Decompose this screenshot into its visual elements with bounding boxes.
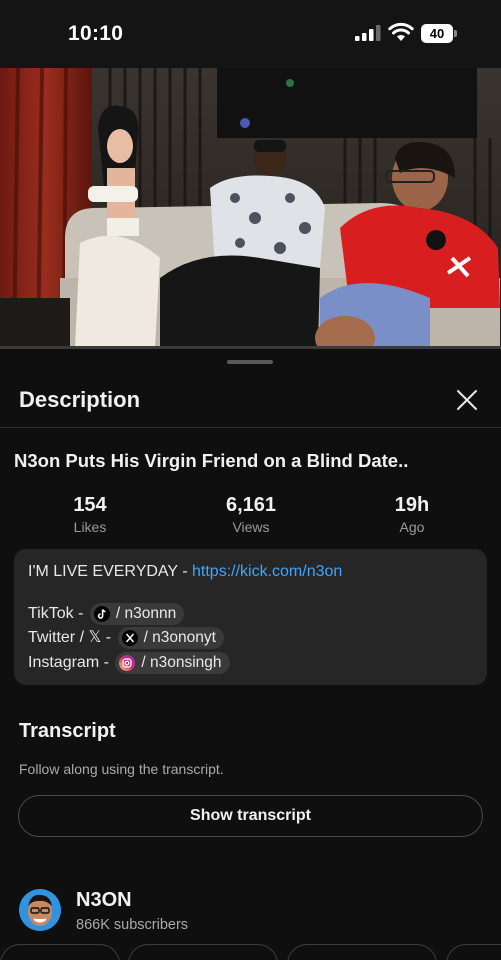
- status-bar: 10:10 40: [0, 0, 501, 68]
- description-live-text: I'M LIVE EVERYDAY -: [28, 563, 192, 580]
- channel-name[interactable]: N3ON: [76, 889, 132, 912]
- social-label: Twitter / 𝕏 -: [28, 629, 116, 647]
- divider: [0, 427, 501, 428]
- drag-handle[interactable]: [227, 360, 273, 364]
- description-live-line: I'M LIVE EVERYDAY - https://kick.com/n3o…: [28, 563, 342, 581]
- more-chip[interactable]: [446, 944, 501, 960]
- social-label: Instagram -: [28, 654, 114, 672]
- stat-label: Likes: [73, 519, 107, 535]
- tiktok-chip[interactable]: / n3onnn: [89, 603, 185, 625]
- social-row-tiktok: TikTok - / n3onnn: [28, 603, 185, 625]
- x-handle: / n3ononyt: [143, 629, 216, 646]
- video-title: N3on Puts His Virgin Friend on a Blind D…: [14, 450, 409, 471]
- twitter-chip[interactable]: [128, 944, 278, 960]
- close-button[interactable]: [452, 385, 482, 415]
- social-label: TikTok -: [28, 605, 88, 623]
- stat-likes: 154 Likes: [30, 493, 150, 535]
- channel-subscribers: 866K subscribers: [76, 917, 189, 933]
- social-row-twitter: Twitter / 𝕏 - / n3ononyt: [28, 627, 224, 649]
- stat-label: Ago: [399, 519, 425, 535]
- instagram-link-chip[interactable]: [287, 944, 437, 960]
- about-chip[interactable]: [0, 944, 120, 960]
- battery-level: 40: [421, 24, 453, 43]
- sheet-title: Description: [19, 387, 141, 412]
- stat-label: Views: [232, 519, 270, 535]
- instagram-handle: / n3onsingh: [141, 654, 222, 671]
- transcript-title: Transcript: [19, 720, 116, 742]
- video-frame: [0, 68, 501, 348]
- x-chip[interactable]: / n3ononyt: [117, 627, 224, 649]
- instagram-chip[interactable]: / n3onsingh: [115, 652, 230, 674]
- wifi-icon: [388, 22, 414, 41]
- tiktok-handle: / n3onnn: [115, 605, 177, 622]
- social-row-instagram: Instagram - / n3onsingh: [28, 652, 230, 674]
- status-time: 10:10: [68, 22, 124, 45]
- cellular-signal-icon: [355, 25, 381, 41]
- show-transcript-button[interactable]: Show transcript: [18, 795, 483, 837]
- instagram-icon: [119, 655, 136, 671]
- video-player[interactable]: [0, 68, 501, 348]
- stat-views: 6,161 Views: [191, 493, 311, 535]
- description-box: I'M LIVE EVERYDAY - https://kick.com/n3o…: [14, 549, 487, 685]
- tiktok-icon: [93, 606, 110, 622]
- battery-icon: 40: [421, 24, 457, 43]
- kick-link[interactable]: https://kick.com/n3on: [192, 563, 342, 580]
- avatar[interactable]: [19, 889, 61, 931]
- stat-value: 154: [73, 494, 107, 516]
- description-sheet: Description N3on Puts His Virgin Friend …: [0, 349, 501, 960]
- x-icon: [121, 630, 138, 646]
- stat-ago: 19h Ago: [352, 493, 472, 535]
- transcript-subtitle: Follow along using the transcript.: [19, 761, 224, 777]
- close-icon: [457, 390, 477, 410]
- stat-value: 19h: [394, 494, 430, 516]
- stat-value: 6,161: [225, 494, 277, 516]
